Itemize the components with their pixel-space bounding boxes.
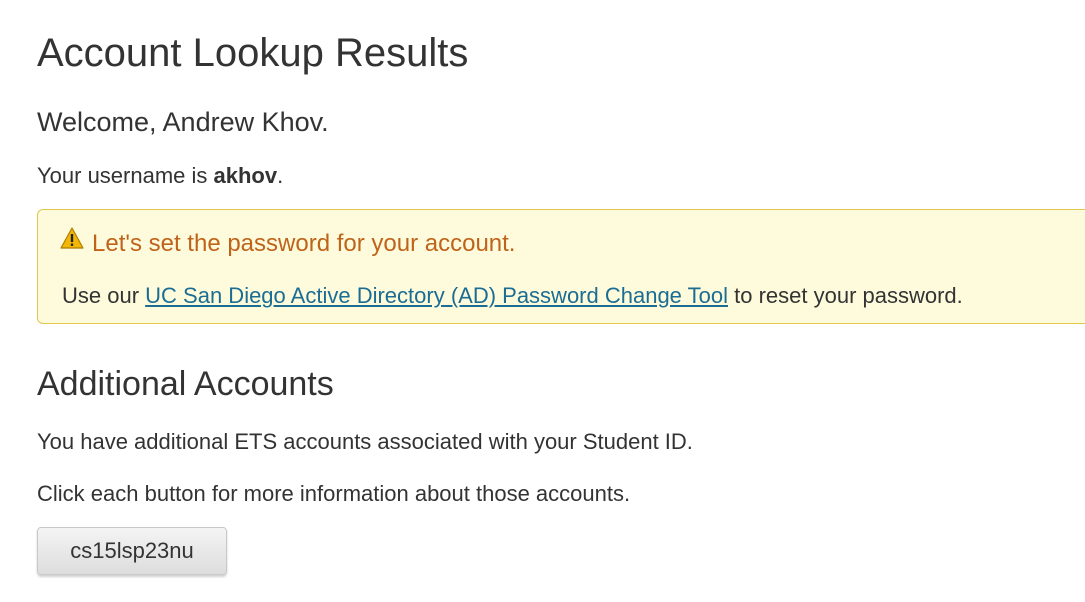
additional-accounts-text: You have additional ETS accounts associa… bbox=[37, 429, 693, 454]
account-button-cs15lsp23nu[interactable]: cs15lsp23nu bbox=[37, 527, 227, 575]
alert-header: Let's set the password for your account. bbox=[60, 227, 516, 260]
additional-accounts-title: Additional Accounts bbox=[37, 365, 334, 403]
username-line: Your username is akhov. bbox=[37, 162, 283, 190]
alert-body-prefix: Use our bbox=[62, 283, 146, 308]
username-value: akhov bbox=[213, 163, 278, 188]
password-alert: Let's set the password for your account.… bbox=[37, 209, 1085, 324]
page-title: Account Lookup Results bbox=[37, 31, 469, 75]
alert-title: Let's set the password for your account. bbox=[92, 230, 516, 257]
welcome-message: Welcome, Andrew Khov. bbox=[37, 107, 329, 137]
alert-body: Use our UC San Diego Active Directory (A… bbox=[62, 282, 963, 310]
username-prefix: Your username is bbox=[37, 163, 214, 188]
username-suffix: . bbox=[277, 163, 284, 188]
additional-accounts-instructions: Click each button for more information a… bbox=[37, 481, 631, 506]
warning-icon bbox=[60, 227, 84, 249]
alert-body-suffix: to reset your password. bbox=[728, 283, 963, 308]
password-change-tool-link[interactable]: UC San Diego Active Directory (AD) Passw… bbox=[145, 283, 728, 308]
